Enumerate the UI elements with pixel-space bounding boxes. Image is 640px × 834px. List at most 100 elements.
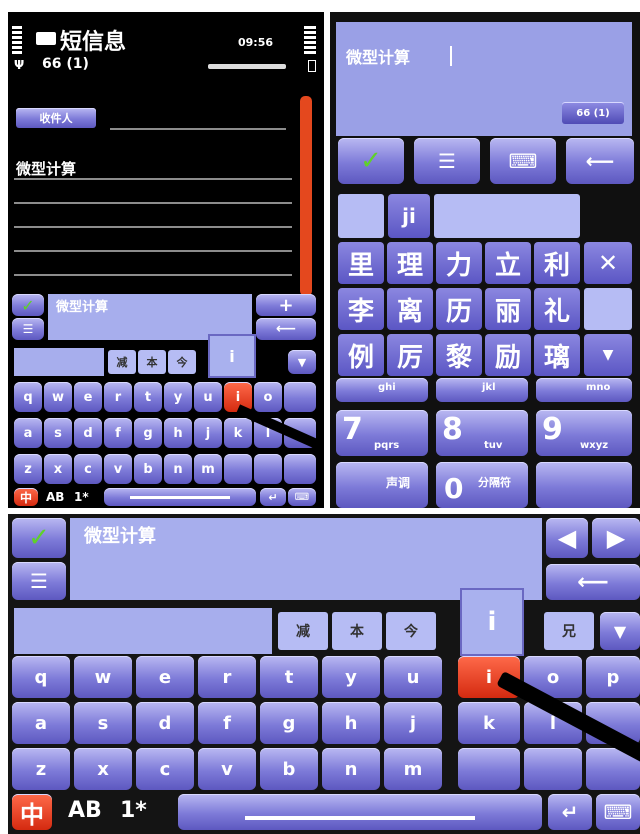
key-u[interactable]: u — [384, 656, 442, 698]
key-y[interactable]: y — [164, 382, 192, 412]
keypad-hash[interactable] — [536, 462, 632, 508]
candidate-1[interactable]: 减 — [108, 350, 136, 374]
backspace-button[interactable]: ⟵ — [566, 138, 634, 184]
char-candidate[interactable]: 丽 — [485, 288, 531, 330]
keyboard-layout-button[interactable]: ⌨ — [596, 794, 640, 830]
symbol-mode-button[interactable]: 1* — [74, 490, 89, 504]
candidate-2[interactable]: 本 — [138, 350, 166, 374]
candidate-4[interactable]: 兄 — [544, 612, 594, 650]
key-k[interactable]: k — [458, 702, 520, 744]
keypad-6[interactable] — [536, 378, 632, 402]
menu-button[interactable]: ☰ — [12, 562, 66, 600]
char-candidate[interactable]: 里 — [338, 242, 384, 284]
key-y[interactable]: y — [322, 656, 380, 698]
confirm-button[interactable]: ✓ — [12, 294, 44, 316]
backspace-button[interactable]: ⟵ — [256, 318, 316, 340]
key-e[interactable]: e — [136, 656, 194, 698]
enter-key[interactable]: ↵ — [260, 488, 286, 506]
key-s[interactable]: s — [74, 702, 132, 744]
key-u[interactable]: u — [194, 382, 222, 412]
tone-key[interactable] — [336, 462, 428, 508]
key-c[interactable]: c — [136, 748, 194, 790]
char-candidate[interactable]: 离 — [387, 288, 433, 330]
key-m[interactable]: m — [384, 748, 442, 790]
key-w[interactable]: w — [44, 382, 72, 412]
key-z[interactable]: z — [12, 748, 70, 790]
key-r[interactable]: r — [104, 382, 132, 412]
candidate-1[interactable]: 减 — [278, 612, 328, 650]
key-d[interactable]: d — [74, 418, 102, 448]
chinese-mode-button[interactable]: 中 — [12, 794, 52, 830]
space-bar[interactable] — [104, 488, 256, 506]
key-x[interactable]: x — [74, 748, 132, 790]
char-candidate[interactable]: 立 — [485, 242, 531, 284]
composition-field[interactable] — [14, 608, 272, 654]
key-p[interactable]: p — [586, 656, 640, 698]
key-punct-2[interactable] — [524, 748, 582, 790]
key-w[interactable]: w — [74, 656, 132, 698]
cursor-right-button[interactable]: ▶ — [592, 518, 640, 558]
key-t[interactable]: t — [134, 382, 162, 412]
pinyin-candidate[interactable]: ji — [388, 194, 430, 238]
key-g[interactable]: g — [134, 418, 162, 448]
key-b[interactable]: b — [134, 454, 162, 484]
char-candidate[interactable]: 礼 — [534, 288, 580, 330]
char-candidate[interactable]: 李 — [338, 288, 384, 330]
key-punct-1[interactable] — [458, 748, 520, 790]
key-f[interactable]: f — [198, 702, 256, 744]
char-candidate[interactable]: 力 — [436, 242, 482, 284]
case-toggle-button[interactable]: AB — [46, 490, 64, 504]
enter-key[interactable]: ↵ — [548, 794, 592, 830]
key-p[interactable] — [284, 382, 316, 412]
keyboard-layout-button[interactable]: ⌨ — [288, 488, 316, 506]
key-q[interactable]: q — [12, 656, 70, 698]
key-e[interactable]: e — [74, 382, 102, 412]
cursor-left-button[interactable]: ◀ — [546, 518, 588, 558]
chinese-mode-button[interactable]: 中 — [14, 488, 38, 506]
char-candidate[interactable]: 利 — [534, 242, 580, 284]
candidate-2[interactable]: 本 — [332, 612, 382, 650]
menu-button[interactable]: ☰ — [414, 138, 480, 184]
symbol-mode-button[interactable]: 1* — [120, 798, 147, 823]
key-j[interactable]: j — [194, 418, 222, 448]
candidate-dropdown-button[interactable]: ▼ — [288, 350, 316, 374]
candidate-3[interactable]: 今 — [168, 350, 196, 374]
key-a[interactable]: a — [12, 702, 70, 744]
key-n[interactable]: n — [164, 454, 192, 484]
char-candidate[interactable]: 例 — [338, 334, 384, 376]
scrollbar[interactable] — [300, 96, 312, 296]
key-k[interactable]: k — [224, 418, 252, 448]
char-candidate[interactable]: 厉 — [387, 334, 433, 376]
close-candidates-button[interactable]: ✕ — [584, 242, 632, 284]
key-punct-1[interactable] — [224, 454, 252, 484]
key-d[interactable]: d — [136, 702, 194, 744]
key-g[interactable]: g — [260, 702, 318, 744]
key-z[interactable]: z — [14, 454, 42, 484]
key-punct-3[interactable] — [284, 454, 316, 484]
key-r[interactable]: r — [198, 656, 256, 698]
key-h[interactable]: h — [164, 418, 192, 448]
key-v[interactable]: v — [198, 748, 256, 790]
key-s[interactable]: s — [44, 418, 72, 448]
keyboard-switch-button[interactable]: ⌨ — [490, 138, 556, 184]
key-c[interactable]: c — [74, 454, 102, 484]
key-n[interactable]: n — [322, 748, 380, 790]
key-o[interactable]: o — [254, 382, 282, 412]
key-h[interactable]: h — [322, 702, 380, 744]
char-candidate[interactable]: 励 — [485, 334, 531, 376]
key-f[interactable]: f — [104, 418, 132, 448]
case-toggle-button[interactable]: AB — [68, 798, 102, 823]
key-b[interactable]: b — [260, 748, 318, 790]
key-j[interactable]: j — [384, 702, 442, 744]
confirm-button[interactable]: ✓ — [338, 138, 404, 184]
key-m[interactable]: m — [194, 454, 222, 484]
menu-button[interactable]: ☰ — [12, 318, 44, 340]
composition-field[interactable] — [14, 348, 104, 376]
message-body-text[interactable]: 微型计算 — [16, 158, 76, 179]
confirm-button[interactable]: ✓ — [12, 518, 66, 558]
key-t[interactable]: t — [260, 656, 318, 698]
key-v[interactable]: v — [104, 454, 132, 484]
candidate-dropdown-button[interactable]: ▼ — [600, 612, 640, 650]
candidate-3[interactable]: 今 — [386, 612, 436, 650]
char-candidate[interactable]: 黎 — [436, 334, 482, 376]
